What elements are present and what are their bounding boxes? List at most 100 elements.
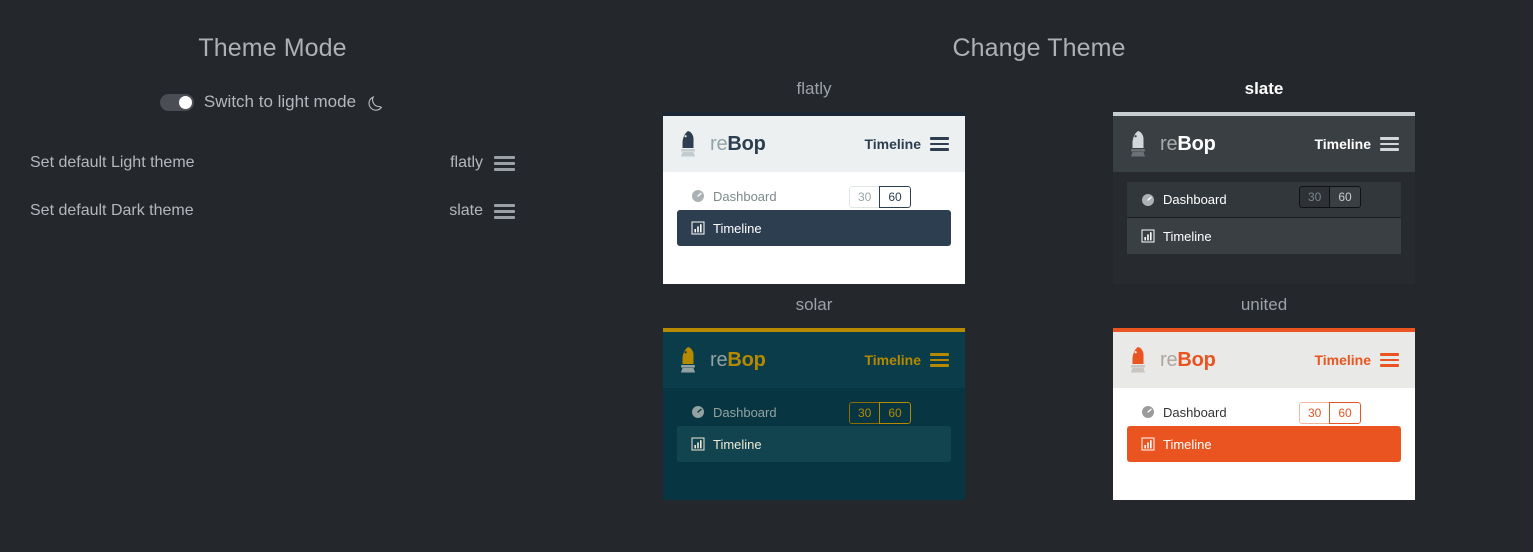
sidebar-item-timeline[interactable]: Timeline	[677, 426, 951, 462]
bar-chart-icon	[691, 437, 705, 451]
theme-preview-flatly[interactable]: reBop Timeline Dashboard Timeline 30 60	[663, 112, 965, 284]
nav-right: Timeline	[864, 352, 949, 368]
sidebar-label: Dashboard	[1163, 192, 1227, 207]
theme-preview-solar[interactable]: reBop Timeline Dashboard Timeline 30 60	[663, 328, 965, 500]
theme-grid: flatly reBop Timeline Dashboard Timeline…	[545, 78, 1533, 500]
range-button-group: 30 60	[849, 402, 911, 424]
moon-icon	[366, 94, 385, 113]
theme-preview-slate[interactable]: reBop Timeline Dashboard Timeline 30 60	[1113, 112, 1415, 284]
default-light-theme-label: Set default Light theme	[30, 154, 195, 171]
nav-right: Timeline	[864, 136, 949, 152]
brand-text: reBop	[1160, 133, 1216, 156]
gauge-icon	[1141, 193, 1155, 207]
brand: reBop	[679, 129, 766, 159]
light-mode-toggle-row: Switch to light mode	[0, 92, 545, 112]
bar-chart-icon	[1141, 229, 1155, 243]
brand: reBop	[1129, 129, 1216, 159]
range-button-30[interactable]: 30	[1299, 186, 1330, 208]
light-mode-toggle[interactable]	[159, 93, 194, 111]
theme-label-flatly: flatly	[796, 79, 832, 98]
preview-header: reBop Timeline	[1113, 116, 1415, 172]
default-dark-theme-value: slate	[449, 202, 483, 219]
nav-right: Timeline	[1314, 136, 1399, 152]
range-button-30[interactable]: 30	[849, 186, 880, 208]
toggle-knob	[178, 95, 192, 109]
range-button-60[interactable]: 60	[879, 186, 911, 208]
brand-re: re	[1160, 348, 1178, 371]
chess-knight-icon	[679, 129, 703, 159]
preview-header: reBop Timeline	[663, 116, 965, 172]
theme-mode-title: Theme Mode	[198, 34, 347, 62]
theme-label-solar: solar	[795, 295, 833, 314]
chess-knight-icon	[1129, 129, 1153, 159]
nav-link-timeline[interactable]: Timeline	[864, 352, 921, 368]
sidebar-item-timeline[interactable]: Timeline	[1127, 218, 1401, 254]
range-button-30[interactable]: 30	[1299, 402, 1330, 424]
light-mode-toggle-label: Switch to light mode	[203, 92, 357, 111]
hamburger-icon[interactable]	[1380, 353, 1399, 367]
range-button-group: 30 60	[849, 186, 911, 208]
theme-option-slate[interactable]: slate reBop Timeline Dashboard Timeline …	[1039, 78, 1489, 284]
theme-preview-united[interactable]: reBop Timeline Dashboard Timeline 30 60	[1113, 328, 1415, 500]
sidebar-label: Dashboard	[713, 404, 777, 420]
brand-text: reBop	[710, 349, 766, 372]
brand-bop: Bop	[1177, 348, 1216, 371]
range-button-60[interactable]: 60	[1329, 186, 1361, 208]
nav-right: Timeline	[1314, 352, 1399, 368]
default-dark-theme-label: Set default Dark theme	[30, 202, 194, 219]
chess-knight-icon	[679, 345, 703, 375]
brand-re: re	[1160, 132, 1178, 155]
brand: reBop	[679, 345, 766, 375]
gauge-icon	[691, 189, 705, 203]
sidebar-label: Timeline	[1163, 228, 1212, 244]
theme-label-united: united	[1240, 295, 1288, 314]
gauge-icon	[691, 405, 705, 419]
range-button-group: 30 60	[1299, 186, 1361, 208]
sidebar-item-timeline[interactable]: Timeline	[677, 210, 951, 246]
theme-mode-panel: Theme Mode Switch to light mode Set defa…	[0, 0, 545, 552]
theme-option-solar[interactable]: solar reBop Timeline Dashboard Timeline …	[589, 294, 1039, 500]
chess-knight-icon	[1129, 345, 1153, 375]
change-theme-title: Change Theme	[952, 34, 1126, 62]
range-button-60[interactable]: 60	[1329, 402, 1361, 424]
brand-re: re	[710, 348, 728, 371]
nav-link-timeline[interactable]: Timeline	[864, 136, 921, 152]
default-light-theme-row[interactable]: Set default Light theme flatly	[0, 139, 545, 187]
theme-option-flatly[interactable]: flatly reBop Timeline Dashboard Timeline…	[589, 78, 1039, 284]
default-light-theme-value: flatly	[450, 154, 483, 171]
preview-body: Dashboard Timeline 30 60	[663, 388, 965, 500]
bar-chart-icon	[691, 221, 705, 235]
preview-body: Dashboard Timeline 30 60	[1113, 172, 1415, 284]
range-button-60[interactable]: 60	[879, 402, 911, 424]
bar-chart-icon	[1141, 437, 1155, 451]
nav-link-timeline[interactable]: Timeline	[1314, 136, 1371, 152]
hamburger-icon[interactable]	[930, 353, 949, 367]
default-light-theme-menu-icon[interactable]	[494, 155, 515, 171]
sidebar-label: Timeline	[713, 220, 762, 236]
brand-bop: Bop	[727, 132, 766, 155]
preview-header: reBop Timeline	[1113, 332, 1415, 388]
change-theme-panel: Change Theme flatly reBop Timeline Dashb…	[545, 0, 1533, 552]
gauge-icon	[1141, 405, 1155, 419]
brand: reBop	[1129, 345, 1216, 375]
preview-body: Dashboard Timeline 30 60	[1113, 388, 1415, 500]
brand-text: reBop	[710, 133, 766, 156]
sidebar-label: Timeline	[1163, 436, 1212, 452]
hamburger-icon[interactable]	[1380, 137, 1399, 151]
brand-bop: Bop	[1177, 132, 1216, 155]
sidebar-label: Dashboard	[713, 188, 777, 204]
nav-link-timeline[interactable]: Timeline	[1314, 352, 1371, 368]
brand-text: reBop	[1160, 349, 1216, 372]
default-dark-theme-row[interactable]: Set default Dark theme slate	[0, 187, 545, 235]
brand-bop: Bop	[727, 348, 766, 371]
brand-re: re	[710, 132, 728, 155]
sidebar-item-timeline[interactable]: Timeline	[1127, 426, 1401, 462]
theme-option-united[interactable]: united reBop Timeline Dashboard Timeline…	[1039, 294, 1489, 500]
default-dark-theme-menu-icon[interactable]	[494, 203, 515, 219]
range-button-group: 30 60	[1299, 402, 1361, 424]
hamburger-icon[interactable]	[930, 137, 949, 151]
preview-body: Dashboard Timeline 30 60	[663, 172, 965, 284]
preview-header: reBop Timeline	[663, 332, 965, 388]
range-button-30[interactable]: 30	[849, 402, 880, 424]
sidebar-label: Timeline	[713, 436, 762, 452]
